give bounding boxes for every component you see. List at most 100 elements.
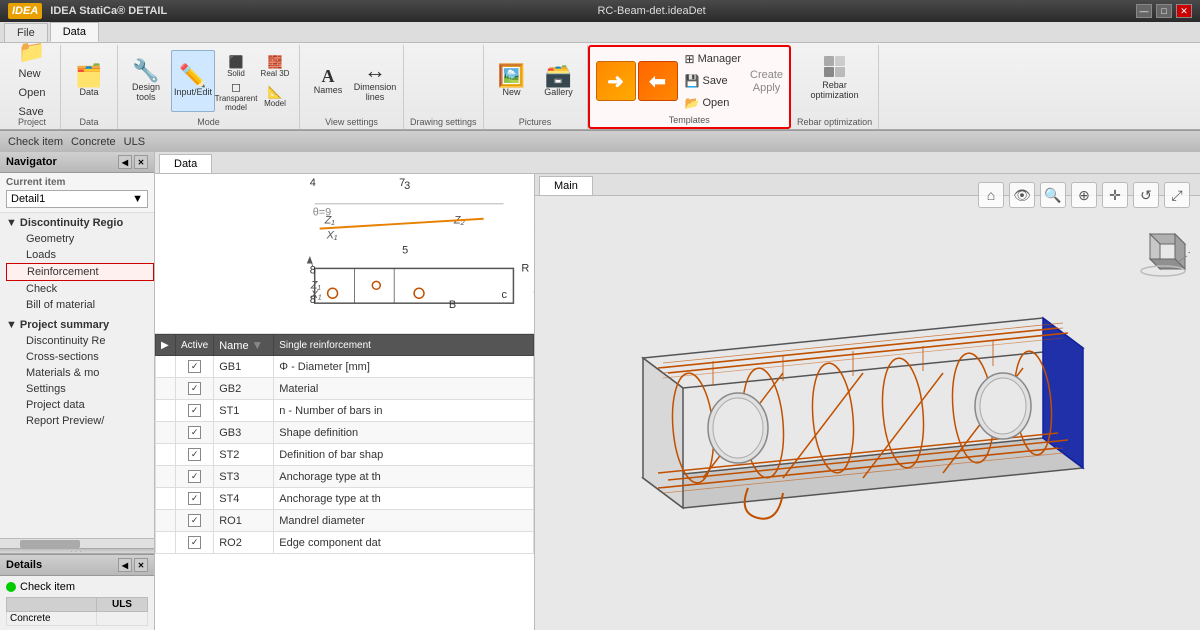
gallery-button[interactable]: 🗃️ Gallery — [537, 50, 581, 112]
discontinuity-region-label: Discontinuity Regio — [20, 217, 123, 229]
eye-view-button[interactable]: 👁 — [1009, 182, 1035, 208]
active-checkbox-8[interactable] — [188, 536, 201, 549]
create-label: Create — [750, 69, 783, 81]
transparent-model-button[interactable]: ◻ Transparent model — [218, 82, 254, 110]
create-template-button[interactable]: ➜ — [596, 61, 636, 101]
active-checkbox-4[interactable] — [188, 448, 201, 461]
content-area: Data 3 7 4 6 Z₁ X₁ — [155, 152, 1200, 630]
model-button[interactable]: 📐 Model — [257, 82, 293, 110]
table-row[interactable]: ST2 Definition of bar shap — [156, 444, 534, 466]
loads-label: Loads — [26, 249, 56, 261]
open-button[interactable]: Open — [13, 84, 52, 102]
zoom-fit-button[interactable]: 🔍 — [1040, 182, 1066, 208]
new-picture-button[interactable]: 🖼️ New — [490, 50, 534, 112]
sidebar-item-geometry[interactable]: Geometry — [6, 231, 154, 247]
table-row[interactable]: ST1 n - Number of bars in — [156, 400, 534, 422]
active-checkbox-3[interactable] — [188, 426, 201, 439]
sidebar-item-materials[interactable]: Materials & mo — [6, 365, 154, 381]
fullscreen-button[interactable]: ⤢ — [1164, 182, 1190, 208]
active-checkbox-0[interactable] — [188, 360, 201, 373]
active-checkbox-6[interactable] — [188, 492, 201, 505]
tab-data-panel[interactable]: Data — [159, 154, 212, 173]
viewport-3d[interactable] — [535, 196, 1200, 630]
data-panel: 3 7 4 6 Z₁ X₁ Z₂ θ=9 5 — [155, 174, 535, 630]
ribbon-group-drawing: Drawing settings — [404, 45, 484, 129]
name-cell-5: ST3 — [214, 466, 274, 488]
maximize-button[interactable]: □ — [1156, 4, 1172, 18]
name-cell-7: RO1 — [214, 510, 274, 532]
current-item-dropdown[interactable]: Detail1 ▼ — [6, 190, 148, 208]
active-checkbox-1[interactable] — [188, 382, 201, 395]
table-row[interactable]: RO2 Edge component dat — [156, 532, 534, 554]
minimize-button[interactable]: — — [1136, 4, 1152, 18]
mode-group-label: Mode — [197, 117, 220, 127]
details-close-button[interactable]: ✕ — [134, 558, 148, 572]
active-checkbox-5[interactable] — [188, 470, 201, 483]
manager-button[interactable]: ⊞ Manager — [680, 49, 746, 69]
reinforcement-table: ▶ Active Name ▼ Single reinforcement — [155, 334, 534, 554]
concrete-row: Concrete — [7, 612, 148, 626]
navigator-title: Navigator — [6, 156, 57, 168]
rotate-button[interactable]: ↺ — [1133, 182, 1159, 208]
close-button[interactable]: ✕ — [1176, 4, 1192, 18]
sidebar-item-project-data[interactable]: Project data — [6, 397, 154, 413]
beam-3d-svg — [583, 238, 1153, 588]
names-button[interactable]: A Names — [306, 50, 350, 112]
rebar-opt-label: Rebar optimization — [797, 117, 872, 127]
data-button[interactable]: 🗂️ Data — [67, 50, 111, 112]
ribbon-group-data: 🗂️ Data Data — [61, 45, 118, 129]
home-view-button[interactable]: ⌂ — [978, 182, 1004, 208]
table-row[interactable]: ST4 Anchorage type at th — [156, 488, 534, 510]
pan-button[interactable]: ✛ — [1102, 182, 1128, 208]
sidebar-item-settings[interactable]: Settings — [6, 381, 154, 397]
sidebar-item-discontinuity-re[interactable]: Discontinuity Re — [6, 333, 154, 349]
col-empty — [7, 598, 97, 612]
discontinuity-region-header[interactable]: ▼ Discontinuity Regio — [0, 215, 154, 231]
save-template-button[interactable]: 💾 Save — [680, 71, 746, 91]
table-row[interactable]: ST3 Anchorage type at th — [156, 466, 534, 488]
table-row[interactable]: RO1 Mandrel diameter — [156, 510, 534, 532]
check-item-row: Check item — [6, 580, 148, 594]
project-button[interactable]: 📁 New Open Save — [10, 50, 54, 112]
active-checkbox-7[interactable] — [188, 514, 201, 527]
sidebar-item-reinforcement[interactable]: Reinforcement — [6, 263, 154, 281]
main-layout: Navigator ◀ ✕ Current item Detail1 ▼ ▼ D… — [0, 152, 1200, 630]
sidebar-item-cross-sections[interactable]: Cross-sections — [6, 349, 154, 365]
sidebar-item-report-preview[interactable]: Report Preview/ — [6, 413, 154, 429]
navigator-header: Navigator ◀ ✕ — [0, 152, 154, 173]
sidebar-item-loads[interactable]: Loads — [6, 247, 154, 263]
zoom-button[interactable]: ⊕ — [1071, 182, 1097, 208]
open-template-button[interactable]: 📂 Open — [680, 93, 746, 113]
tab-main[interactable]: Main — [539, 176, 593, 195]
col-name-header: Name ▼ — [214, 335, 274, 356]
apply-template-button[interactable]: ⬅ — [638, 61, 678, 101]
sidebar-item-check[interactable]: Check — [6, 281, 154, 297]
anchorage-end-cell: Anchorage type at th — [274, 488, 534, 510]
current-item-section: Current item Detail1 ▼ — [0, 173, 154, 213]
new-button[interactable]: New — [13, 65, 52, 83]
filter-icon[interactable]: ▼ — [251, 338, 263, 352]
table-row[interactable]: GB3 Shape definition — [156, 422, 534, 444]
table-row[interactable]: GB2 Material — [156, 378, 534, 400]
rebar-optimization-button[interactable]: Rebar optimization — [808, 50, 862, 112]
navigator-close-button[interactable]: ✕ — [134, 155, 148, 169]
pictures-label: Pictures — [519, 117, 552, 127]
project-summary-header[interactable]: ▼ Project summary — [0, 317, 154, 333]
active-checkbox-2[interactable] — [188, 404, 201, 417]
navigator-pin-button[interactable]: ◀ — [118, 155, 132, 169]
solid-button[interactable]: ⬛ Solid — [218, 52, 254, 80]
details-pin-button[interactable]: ◀ — [118, 558, 132, 572]
details-section: Details ◀ ✕ Check item ULS — [0, 554, 154, 630]
details-content: Check item ULS Concrete — [0, 576, 154, 630]
dimension-lines-button[interactable]: ↔ Dimension lines — [353, 50, 397, 112]
design-tools-button[interactable]: 🔧 Design tools — [124, 50, 168, 112]
real-3d-button[interactable]: 🧱 Real 3D — [257, 52, 293, 80]
details-header: Details ◀ ✕ — [0, 555, 154, 576]
table-row[interactable]: GB1 Φ - Diameter [mm] — [156, 356, 534, 378]
svg-text:5: 5 — [402, 245, 408, 257]
sidebar-item-bill-of-material[interactable]: Bill of material — [6, 297, 154, 313]
ribbon-group-project: 📁 New Open Save Project — [4, 45, 61, 129]
input-edit-button[interactable]: ✏️ Input/Edit — [171, 50, 215, 112]
svg-text:R: R — [521, 262, 529, 274]
tab-data[interactable]: Data — [50, 22, 99, 42]
